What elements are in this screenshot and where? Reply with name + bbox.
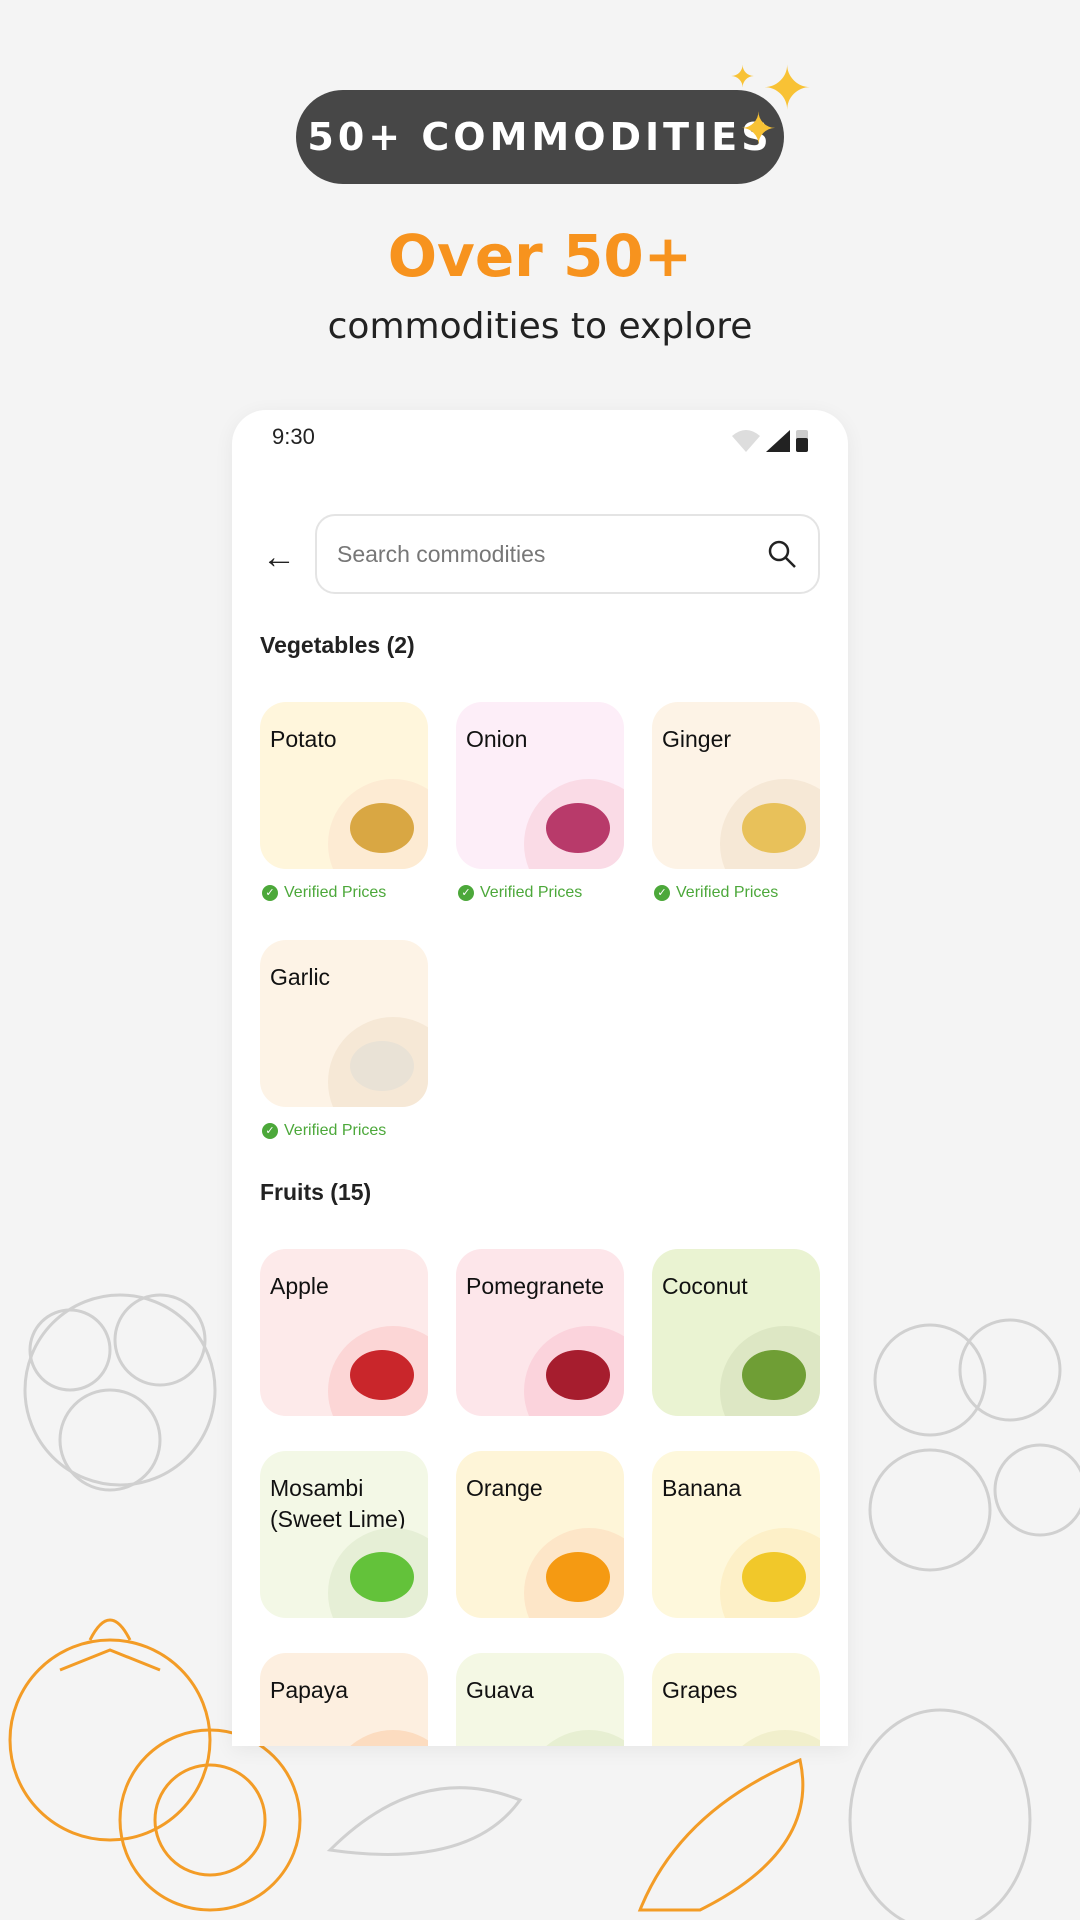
commodity-name: Ginger: [662, 726, 732, 752]
commodity-image: [742, 803, 806, 853]
search-input[interactable]: Search commodities: [315, 514, 820, 594]
commodity-image: [350, 1041, 414, 1091]
commodity-card[interactable]: Pomegranete: [456, 1249, 624, 1416]
commodity-card[interactable]: Papaya: [260, 1653, 428, 1746]
commodity-image: [350, 1552, 414, 1602]
image-backdrop: [328, 1730, 428, 1746]
commodity-card[interactable]: Mosambi (Sweet Lime): [260, 1451, 428, 1618]
verified-prices-label: ✓ Verified Prices: [654, 884, 778, 902]
commodity-image: [742, 1350, 806, 1400]
commodity-name: Potato: [270, 726, 337, 752]
search-placeholder: Search commodities: [337, 540, 546, 567]
commodity-card[interactable]: Potato: [260, 702, 428, 869]
commodity-card[interactable]: Ginger: [652, 702, 820, 869]
commodities-badge: 50+ COMMODITIES: [296, 90, 784, 184]
commodity-name: Mosambi (Sweet Lime): [270, 1475, 406, 1532]
commodity-name: Pomegranete: [466, 1273, 605, 1299]
commodity-image: [546, 1350, 610, 1400]
section-title: Fruits (15): [260, 1179, 372, 1205]
verified-check-icon: ✓: [458, 885, 474, 901]
commodity-image: [350, 803, 414, 853]
verified-check-icon: ✓: [262, 885, 278, 901]
commodity-name: Grapes: [662, 1677, 738, 1703]
commodity-name: Guava: [466, 1677, 534, 1703]
search-icon[interactable]: [766, 538, 798, 570]
image-backdrop: [524, 1730, 624, 1746]
headline: Over 50+: [387, 222, 693, 290]
verified-prices-label: ✓ Verified Prices: [262, 1122, 386, 1140]
wifi-icon: [732, 430, 760, 452]
commodity-image: [350, 1350, 414, 1400]
commodity-card[interactable]: Onion: [456, 702, 624, 869]
commodity-name: Banana: [662, 1475, 742, 1501]
battery-icon: [796, 430, 808, 452]
commodity-name: Coconut: [662, 1273, 748, 1299]
commodity-name: Apple: [270, 1273, 329, 1299]
verified-prices-label: ✓ Verified Prices: [262, 884, 386, 902]
subheadline: commodities to explore: [327, 306, 753, 347]
back-arrow-icon[interactable]: ←: [262, 538, 296, 577]
sparkle-icon: ✦: [740, 105, 777, 154]
commodity-card[interactable]: Guava: [456, 1653, 624, 1746]
status-time: 9:30: [272, 424, 315, 449]
commodity-image: [546, 803, 610, 853]
commodity-image: [546, 1552, 610, 1602]
verified-check-icon: ✓: [262, 1123, 278, 1139]
sparkle-icon: ✦: [730, 61, 756, 94]
phone-screen: 9:30 ← Search commodities Vegetables (2)…: [232, 410, 848, 1746]
commodity-card[interactable]: Grapes: [652, 1653, 820, 1746]
verified-check-icon: ✓: [654, 885, 670, 901]
commodity-card[interactable]: Coconut: [652, 1249, 820, 1416]
status-icons: [732, 428, 808, 452]
commodity-name: Papaya: [270, 1677, 349, 1703]
commodity-card[interactable]: Banana: [652, 1451, 820, 1618]
section-title: Vegetables (2): [260, 632, 415, 658]
signal-icon: [766, 430, 790, 452]
verified-prices-label: ✓ Verified Prices: [458, 884, 582, 902]
commodity-image: [742, 1552, 806, 1602]
commodity-card[interactable]: Garlic: [260, 940, 428, 1107]
image-backdrop: [720, 1730, 820, 1746]
commodity-card[interactable]: Apple: [260, 1249, 428, 1416]
commodity-name: Onion: [466, 726, 528, 752]
commodity-card[interactable]: Orange: [456, 1451, 624, 1618]
commodity-name: Garlic: [270, 964, 331, 990]
commodity-name: Orange: [466, 1475, 543, 1501]
